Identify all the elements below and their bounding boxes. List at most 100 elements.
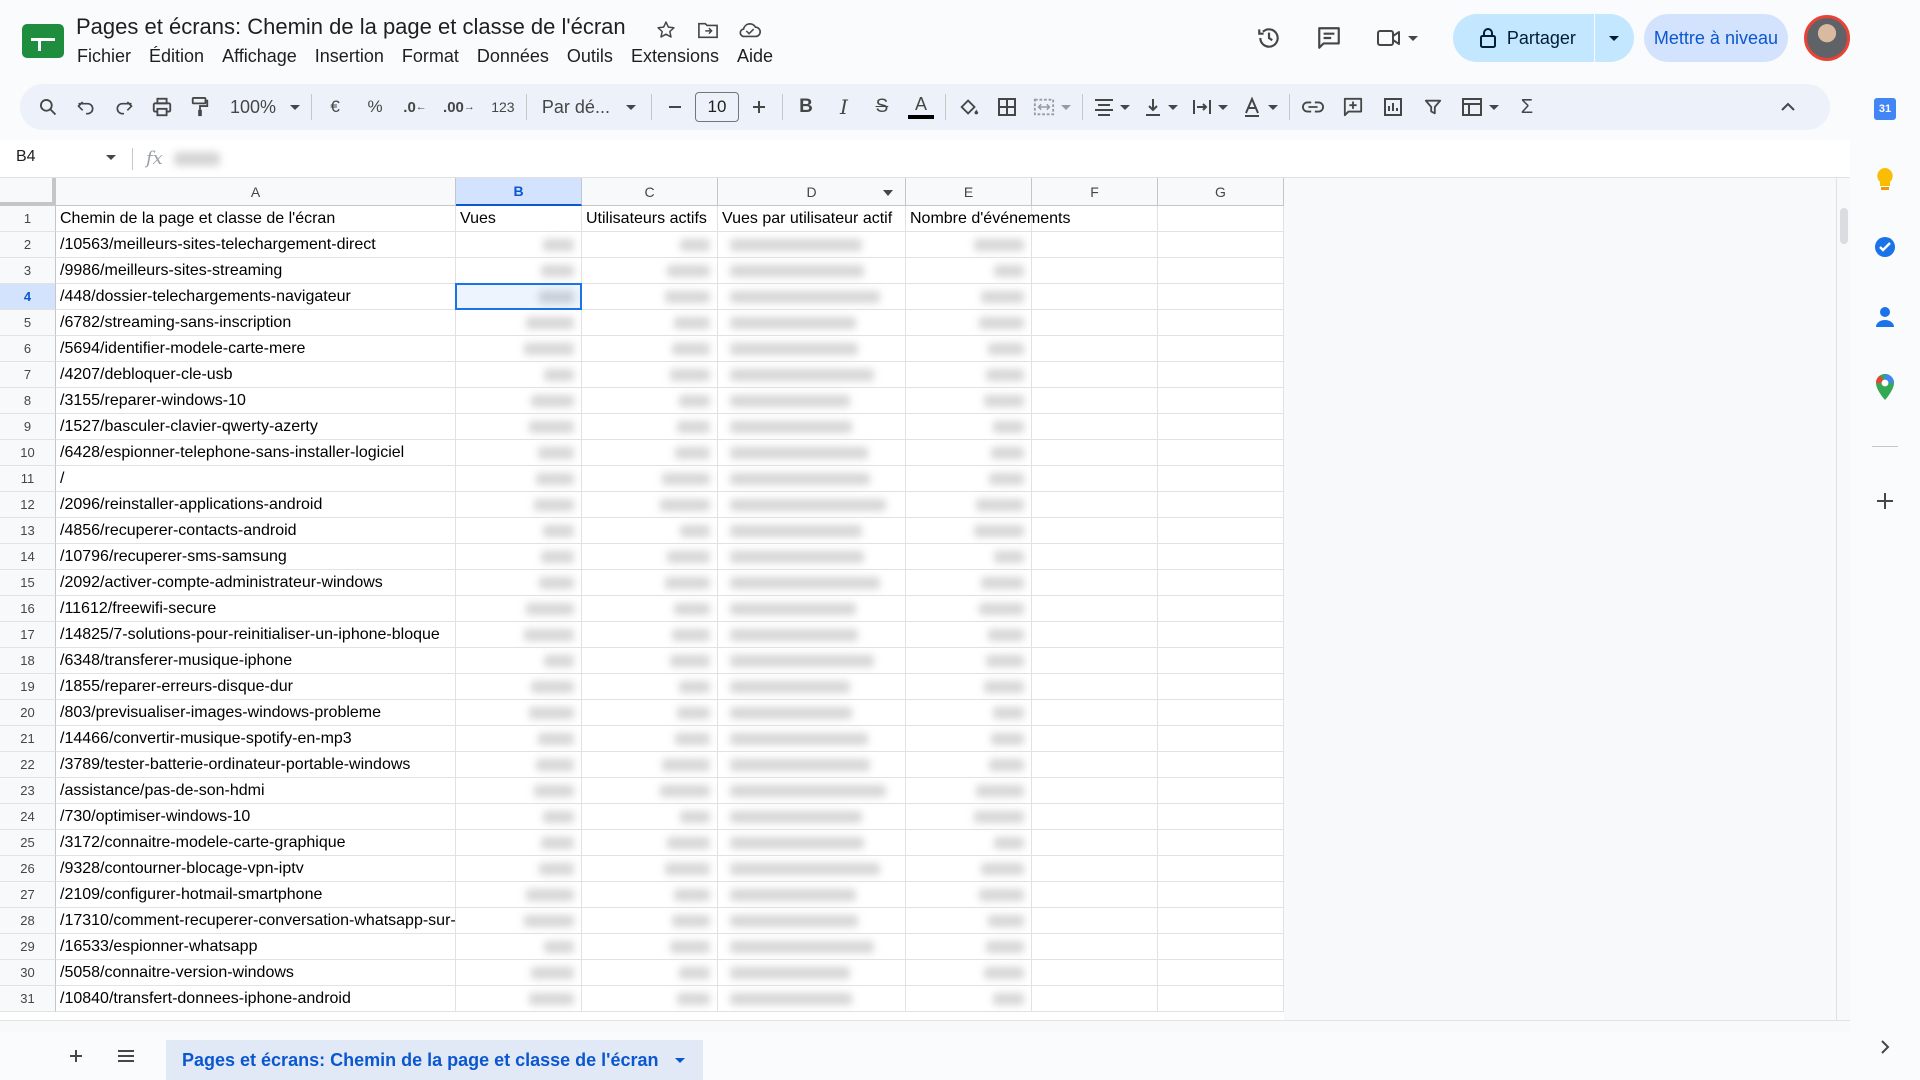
grid-cell[interactable] — [1032, 622, 1158, 648]
grid-cell[interactable] — [1032, 492, 1158, 518]
maps-icon[interactable] — [1868, 370, 1902, 404]
grid-cell[interactable] — [1032, 856, 1158, 882]
grid-cell[interactable] — [1032, 752, 1158, 778]
grid-cell[interactable] — [1158, 336, 1284, 362]
grid-cell[interactable] — [1032, 648, 1158, 674]
keep-icon[interactable] — [1868, 162, 1902, 196]
text-rotation-button[interactable] — [1238, 91, 1282, 123]
page-path-cell[interactable]: /448/dossier-telechargements-navigateur — [56, 284, 456, 310]
percent-format-button[interactable]: % — [359, 91, 391, 123]
grid-cell[interactable] — [1032, 908, 1158, 934]
grid-cell[interactable] — [1158, 466, 1284, 492]
select-all-corner[interactable] — [0, 178, 56, 206]
grid-cell[interactable] — [1032, 674, 1158, 700]
grid-cell[interactable] — [1032, 804, 1158, 830]
row-header[interactable]: 12 — [0, 492, 56, 518]
increase-decimal-button[interactable]: .00 → — [439, 91, 479, 123]
cloud-saved-icon[interactable] — [736, 16, 764, 44]
menu-data[interactable]: Données — [468, 46, 558, 67]
menu-help[interactable]: Aide — [728, 46, 782, 67]
grid-cell[interactable] — [1158, 492, 1284, 518]
move-folder-icon[interactable] — [694, 16, 722, 44]
page-path-cell[interactable]: /10563/meilleurs-sites-telechargement-di… — [56, 232, 456, 258]
row-header[interactable]: 7 — [0, 362, 56, 388]
row-header[interactable]: 26 — [0, 856, 56, 882]
text-color-button[interactable]: A — [904, 91, 938, 123]
row-header[interactable]: 6 — [0, 336, 56, 362]
page-path-cell[interactable]: /14825/7-solutions-pour-reinitialiser-un… — [56, 622, 456, 648]
row-header[interactable]: 22 — [0, 752, 56, 778]
merge-cells-button[interactable] — [1029, 91, 1075, 123]
grid-cell[interactable] — [1032, 544, 1158, 570]
sheets-logo-icon[interactable] — [22, 24, 64, 58]
decrease-decimal-button[interactable]: .0 ← — [399, 91, 431, 123]
row-header[interactable]: 27 — [0, 882, 56, 908]
row-header[interactable]: 16 — [0, 596, 56, 622]
grid-cell[interactable] — [1032, 726, 1158, 752]
row-header[interactable]: 1 — [0, 206, 56, 232]
page-path-cell[interactable]: /assistance/pas-de-son-hdmi — [56, 778, 456, 804]
page-path-cell[interactable]: /2096/reinstaller-applications-android — [56, 492, 456, 518]
menu-edit[interactable]: Édition — [140, 46, 213, 67]
insert-link-button[interactable] — [1297, 91, 1329, 123]
menu-format[interactable]: Format — [393, 46, 468, 67]
page-path-cell[interactable]: /803/previsualiser-images-windows-proble… — [56, 700, 456, 726]
all-sheets-button[interactable] — [110, 1040, 142, 1072]
page-path-cell[interactable]: /11612/freewifi-secure — [56, 596, 456, 622]
grid-cell[interactable] — [1158, 284, 1284, 310]
grid-cell[interactable] — [1158, 596, 1284, 622]
font-family-select[interactable]: Par dé... — [534, 91, 644, 123]
page-path-cell[interactable]: /1527/basculer-clavier-qwerty-azerty — [56, 414, 456, 440]
header-cell[interactable]: Chemin de la page et classe de l'écran — [56, 206, 456, 232]
grid-cell[interactable] — [1158, 986, 1284, 1012]
selected-cell[interactable] — [455, 283, 582, 310]
grid-cell[interactable] — [1158, 908, 1284, 934]
italic-button[interactable]: I — [828, 91, 860, 123]
menu-extensions[interactable]: Extensions — [622, 46, 728, 67]
grid-cell[interactable] — [1032, 596, 1158, 622]
row-header[interactable]: 9 — [0, 414, 56, 440]
page-path-cell[interactable]: /3155/reparer-windows-10 — [56, 388, 456, 414]
grid-cell[interactable] — [1032, 518, 1158, 544]
grid-cell[interactable] — [1032, 934, 1158, 960]
grid-cell[interactable] — [1158, 960, 1284, 986]
grid-cell[interactable] — [1032, 284, 1158, 310]
row-header[interactable]: 28 — [0, 908, 56, 934]
grid-cell[interactable] — [1032, 830, 1158, 856]
grid-cell[interactable] — [1032, 362, 1158, 388]
strikethrough-button[interactable]: S — [866, 91, 898, 123]
grid-cell[interactable] — [1158, 388, 1284, 414]
document-title[interactable]: Pages et écrans: Chemin de la page et cl… — [76, 14, 626, 40]
row-header[interactable]: 5 — [0, 310, 56, 336]
grid-cell[interactable] — [1158, 258, 1284, 284]
currency-format-button[interactable]: € — [319, 91, 351, 123]
comments-button[interactable] — [1307, 16, 1351, 60]
grid-cell[interactable] — [1032, 388, 1158, 414]
row-header[interactable]: 4 — [0, 284, 56, 310]
increase-font-size-button[interactable] — [743, 91, 775, 123]
grid-cell[interactable] — [1032, 882, 1158, 908]
version-history-button[interactable] — [1247, 16, 1291, 60]
row-header[interactable]: 20 — [0, 700, 56, 726]
page-path-cell[interactable]: /5694/identifier-modele-carte-mere — [56, 336, 456, 362]
row-header[interactable]: 10 — [0, 440, 56, 466]
grid-cell[interactable] — [1158, 856, 1284, 882]
row-header[interactable]: 19 — [0, 674, 56, 700]
column-header-e[interactable]: E — [906, 178, 1032, 206]
grid-cell[interactable] — [1032, 336, 1158, 362]
page-path-cell[interactable]: /9328/contourner-blocage-vpn-iptv — [56, 856, 456, 882]
tasks-icon[interactable] — [1868, 230, 1902, 264]
page-path-cell[interactable]: /4207/debloquer-cle-usb — [56, 362, 456, 388]
vertical-scrollbar[interactable] — [1836, 178, 1850, 1020]
column-menu-icon[interactable] — [883, 190, 893, 196]
borders-button[interactable] — [991, 91, 1023, 123]
menu-file[interactable]: Fichier — [68, 46, 140, 67]
menu-view[interactable]: Affichage — [213, 46, 306, 67]
filter-button[interactable] — [1417, 91, 1449, 123]
decrease-font-size-button[interactable] — [659, 91, 691, 123]
functions-button[interactable]: Σ — [1511, 91, 1543, 123]
upgrade-button[interactable]: Mettre à niveau — [1643, 14, 1788, 62]
page-path-cell[interactable]: /10840/transfert-donnees-iphone-android — [56, 986, 456, 1012]
column-header-b[interactable]: B — [456, 178, 582, 206]
grid-cell[interactable] — [1032, 414, 1158, 440]
